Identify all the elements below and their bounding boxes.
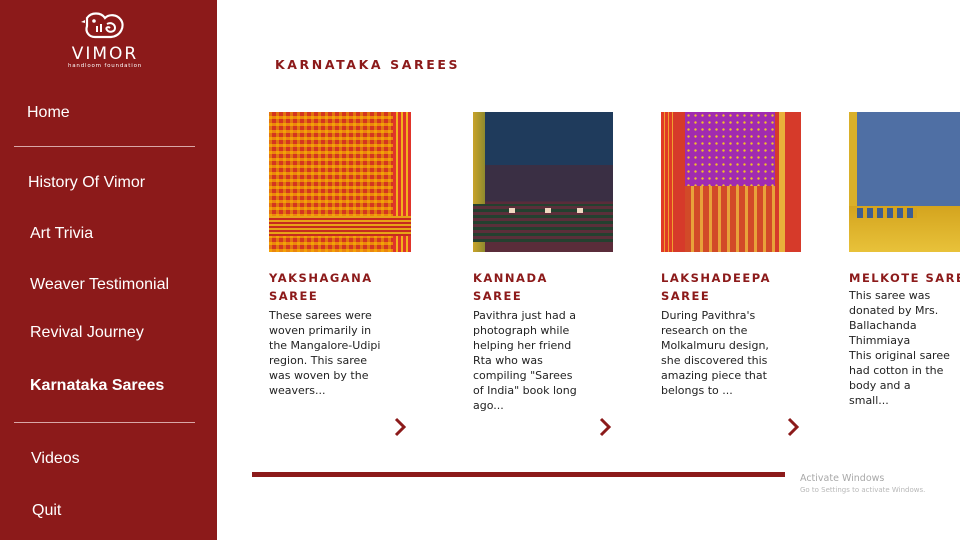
nav-item-history-of-vimor[interactable]: History Of Vimor (28, 174, 145, 192)
saree-card[interactable]: LAKSHADEEPA SAREE During Pavithra's rese… (661, 112, 811, 398)
saree-card[interactable]: YAKSHAGANA SAREE These sarees were woven… (269, 112, 419, 398)
card-description: These sarees were woven primarily in the… (269, 309, 381, 397)
card-description: This saree was donated by Mrs. Ballachan… (849, 289, 950, 407)
nav-item-quit[interactable]: Quit (32, 502, 61, 520)
brand-name: VIMOR (71, 44, 139, 64)
nav-item-art-trivia[interactable]: Art Trivia (30, 225, 93, 243)
vimor-logo: VIMOR handloom foundation (60, 10, 150, 69)
chevron-right-icon[interactable] (597, 416, 613, 438)
saree-image[interactable] (269, 112, 411, 252)
card-title: LAKSHADEEPA SAREE (661, 271, 771, 303)
saree-card[interactable]: KANNADA SAREE Pavithra just had a photog… (473, 112, 623, 413)
saree-card[interactable]: MELKOTE SAREE This saree was donated by … (849, 112, 960, 408)
nav-item-karnataka-sarees[interactable]: Karnataka Sarees (30, 377, 164, 395)
card-description: During Pavithra's research on the Molkal… (661, 309, 769, 397)
nav-divider (14, 422, 195, 423)
nav-divider (14, 146, 195, 147)
page-title: KARNATAKA SAREES (275, 57, 461, 72)
activate-windows-subtext: Go to Settings to activate Windows. (800, 486, 926, 494)
card-title: MELKOTE SAREE (849, 271, 960, 285)
chevron-right-icon[interactable] (392, 416, 408, 438)
saree-image[interactable] (473, 112, 613, 252)
card-title: YAKSHAGANA SAREE (269, 271, 373, 303)
bird-logo-icon (81, 12, 124, 39)
activate-windows-watermark: Activate Windows (800, 473, 885, 484)
nav-item-videos[interactable]: Videos (31, 450, 80, 468)
card-title: KANNADA SAREE (473, 271, 548, 303)
brand-tagline: handloom foundation (67, 63, 143, 69)
saree-image[interactable] (661, 112, 801, 252)
card-description: Pavithra just had a photograph while hel… (473, 309, 577, 412)
nav-item-weaver-testimonial[interactable]: Weaver Testimonial (30, 276, 169, 294)
nav-item-revival-journey[interactable]: Revival Journey (30, 324, 144, 342)
chevron-right-icon[interactable] (785, 416, 801, 438)
saree-image[interactable] (849, 112, 960, 252)
nav-item-home[interactable]: Home (27, 104, 70, 122)
main-content: KARNATAKA SAREES YAKSHAGANA SAREE These … (217, 0, 960, 540)
sidebar: VIMOR handloom foundation Home History O… (0, 0, 217, 540)
carousel-progress-bar[interactable] (252, 472, 785, 477)
